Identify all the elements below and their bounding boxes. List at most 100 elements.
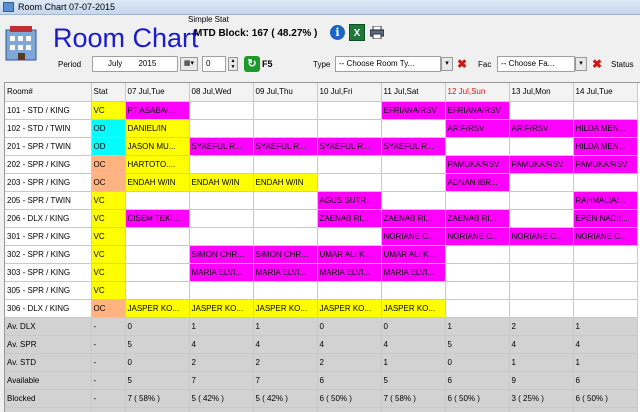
empty-cell[interactable]	[125, 245, 190, 264]
empty-cell[interactable]	[189, 155, 254, 174]
booking-cell[interactable]: SYAEFUL R...	[317, 137, 382, 156]
empty-cell[interactable]	[445, 281, 510, 300]
empty-cell[interactable]	[445, 137, 510, 156]
empty-cell[interactable]	[253, 281, 318, 300]
empty-cell[interactable]	[189, 101, 254, 120]
booking-cell[interactable]: JASPER KO...	[189, 299, 254, 318]
booking-cell[interactable]: MARIA ELVI...	[317, 263, 382, 282]
room-number-cell[interactable]: 301 - SPR / KING	[5, 227, 92, 246]
booking-cell[interactable]: JASPER KO...	[381, 299, 446, 318]
booking-cell[interactable]: MARIA ELVI...	[253, 263, 318, 282]
booking-cell[interactable]: MARIA ELVI...	[381, 263, 446, 282]
empty-cell[interactable]	[509, 245, 574, 264]
offset-input[interactable]: 0	[202, 56, 226, 72]
facility-select[interactable]: -- Choose Fa...	[497, 56, 575, 72]
empty-cell[interactable]	[573, 245, 638, 264]
info-icon[interactable]: i	[330, 25, 345, 40]
room-type-select[interactable]: -- Choose Room Ty...	[335, 56, 441, 72]
room-number-cell[interactable]: 102 - STD / TWIN	[5, 119, 92, 138]
room-number-cell[interactable]: 203 - SPR / KING	[5, 173, 92, 192]
empty-cell[interactable]	[509, 191, 574, 210]
booking-cell[interactable]: SYAEFUL R...	[381, 137, 446, 156]
room-number-cell[interactable]: 302 - SPR / KING	[5, 245, 92, 264]
empty-cell[interactable]	[445, 245, 510, 264]
empty-cell[interactable]	[381, 155, 446, 174]
booking-cell[interactable]: DANIEL/IN	[125, 119, 190, 138]
booking-cell[interactable]: MARIA ELVI...	[189, 263, 254, 282]
booking-cell[interactable]: PT ASABA/...	[125, 101, 190, 120]
empty-cell[interactable]	[189, 227, 254, 246]
room-type-dropdown-button[interactable]: ▾	[441, 57, 453, 71]
booking-cell[interactable]: NORIANE C...	[381, 227, 446, 246]
empty-cell[interactable]	[509, 281, 574, 300]
booking-cell[interactable]: ZAENAB RI...	[381, 209, 446, 228]
room-number-cell[interactable]: 306 - DLX / KING	[5, 299, 92, 318]
empty-cell[interactable]	[509, 299, 574, 318]
booking-cell[interactable]: UMAR ALI K...	[381, 245, 446, 264]
booking-cell[interactable]: ARIF/RSV	[445, 119, 510, 138]
room-number-cell[interactable]: 201 - SPR / TWIN	[5, 137, 92, 156]
empty-cell[interactable]	[509, 209, 574, 228]
empty-cell[interactable]	[445, 263, 510, 282]
room-number-cell[interactable]: 202 - SPR / KING	[5, 155, 92, 174]
booking-cell[interactable]: RAHMALIA/...	[573, 191, 638, 210]
offset-stepper[interactable]: ▲ ▼	[228, 57, 238, 71]
empty-cell[interactable]	[509, 263, 574, 282]
empty-cell[interactable]	[189, 119, 254, 138]
booking-cell[interactable]: ZAENAB RI...	[317, 209, 382, 228]
facility-dropdown-button[interactable]: ▾	[575, 57, 587, 71]
booking-cell[interactable]: NORIANE C...	[509, 227, 574, 246]
empty-cell[interactable]	[125, 227, 190, 246]
empty-cell[interactable]	[573, 173, 638, 192]
booking-cell[interactable]: ZAENAB RI...	[445, 209, 510, 228]
room-number-cell[interactable]: 303 - SPR / KING	[5, 263, 92, 282]
empty-cell[interactable]	[445, 299, 510, 318]
empty-cell[interactable]	[573, 299, 638, 318]
clear-fac-icon[interactable]: ✖	[591, 58, 603, 70]
empty-cell[interactable]	[253, 227, 318, 246]
booking-cell[interactable]: EPEN NADI/...	[573, 209, 638, 228]
empty-cell[interactable]	[509, 101, 574, 120]
booking-cell[interactable]: CISEM TEKI...	[125, 209, 190, 228]
empty-cell[interactable]	[445, 191, 510, 210]
booking-cell[interactable]: SIMON CHR...	[189, 245, 254, 264]
empty-cell[interactable]	[573, 281, 638, 300]
booking-cell[interactable]: JASON MU...	[125, 137, 190, 156]
empty-cell[interactable]	[125, 281, 190, 300]
booking-cell[interactable]: EFRIANA/RSV	[381, 101, 446, 120]
room-number-cell[interactable]: 205 - SPR / TWIN	[5, 191, 92, 210]
empty-cell[interactable]	[253, 101, 318, 120]
empty-cell[interactable]	[253, 155, 318, 174]
empty-cell[interactable]	[253, 209, 318, 228]
booking-cell[interactable]: HILDA MEN...	[573, 119, 638, 138]
booking-cell[interactable]: JASPER KO...	[125, 299, 190, 318]
booking-cell[interactable]: HILDA MEN...	[573, 137, 638, 156]
empty-cell[interactable]	[573, 101, 638, 120]
empty-cell[interactable]	[509, 173, 574, 192]
empty-cell[interactable]	[381, 173, 446, 192]
empty-cell[interactable]	[189, 209, 254, 228]
period-month-input[interactable]: July 2015	[92, 56, 178, 72]
empty-cell[interactable]	[381, 281, 446, 300]
empty-cell[interactable]	[381, 191, 446, 210]
booking-cell[interactable]: PAMUKA/RSV	[509, 155, 574, 174]
empty-cell[interactable]	[189, 281, 254, 300]
clear-type-icon[interactable]: ✖	[456, 58, 468, 70]
empty-cell[interactable]	[253, 191, 318, 210]
booking-cell[interactable]: ENDAH W/IN	[189, 173, 254, 192]
excel-icon[interactable]: X	[349, 24, 365, 41]
empty-cell[interactable]	[317, 227, 382, 246]
print-icon[interactable]	[370, 26, 384, 39]
booking-cell[interactable]: JASPER KO...	[317, 299, 382, 318]
empty-cell[interactable]	[509, 137, 574, 156]
empty-cell[interactable]	[317, 155, 382, 174]
booking-cell[interactable]: ENDAH W/IN	[125, 173, 190, 192]
booking-cell[interactable]: ARIF/RSV	[509, 119, 574, 138]
booking-cell[interactable]: EFRIANA/RSV	[445, 101, 510, 120]
refresh-button[interactable]: ↻	[244, 56, 260, 72]
room-number-cell[interactable]: 305 - SPR / KING	[5, 281, 92, 300]
calendar-dropdown-button[interactable]: ▦▾	[180, 57, 198, 71]
room-number-cell[interactable]: 101 - STD / KING	[5, 101, 92, 120]
booking-cell[interactable]: SIMON CHR...	[253, 245, 318, 264]
booking-cell[interactable]: NORIANE C...	[445, 227, 510, 246]
